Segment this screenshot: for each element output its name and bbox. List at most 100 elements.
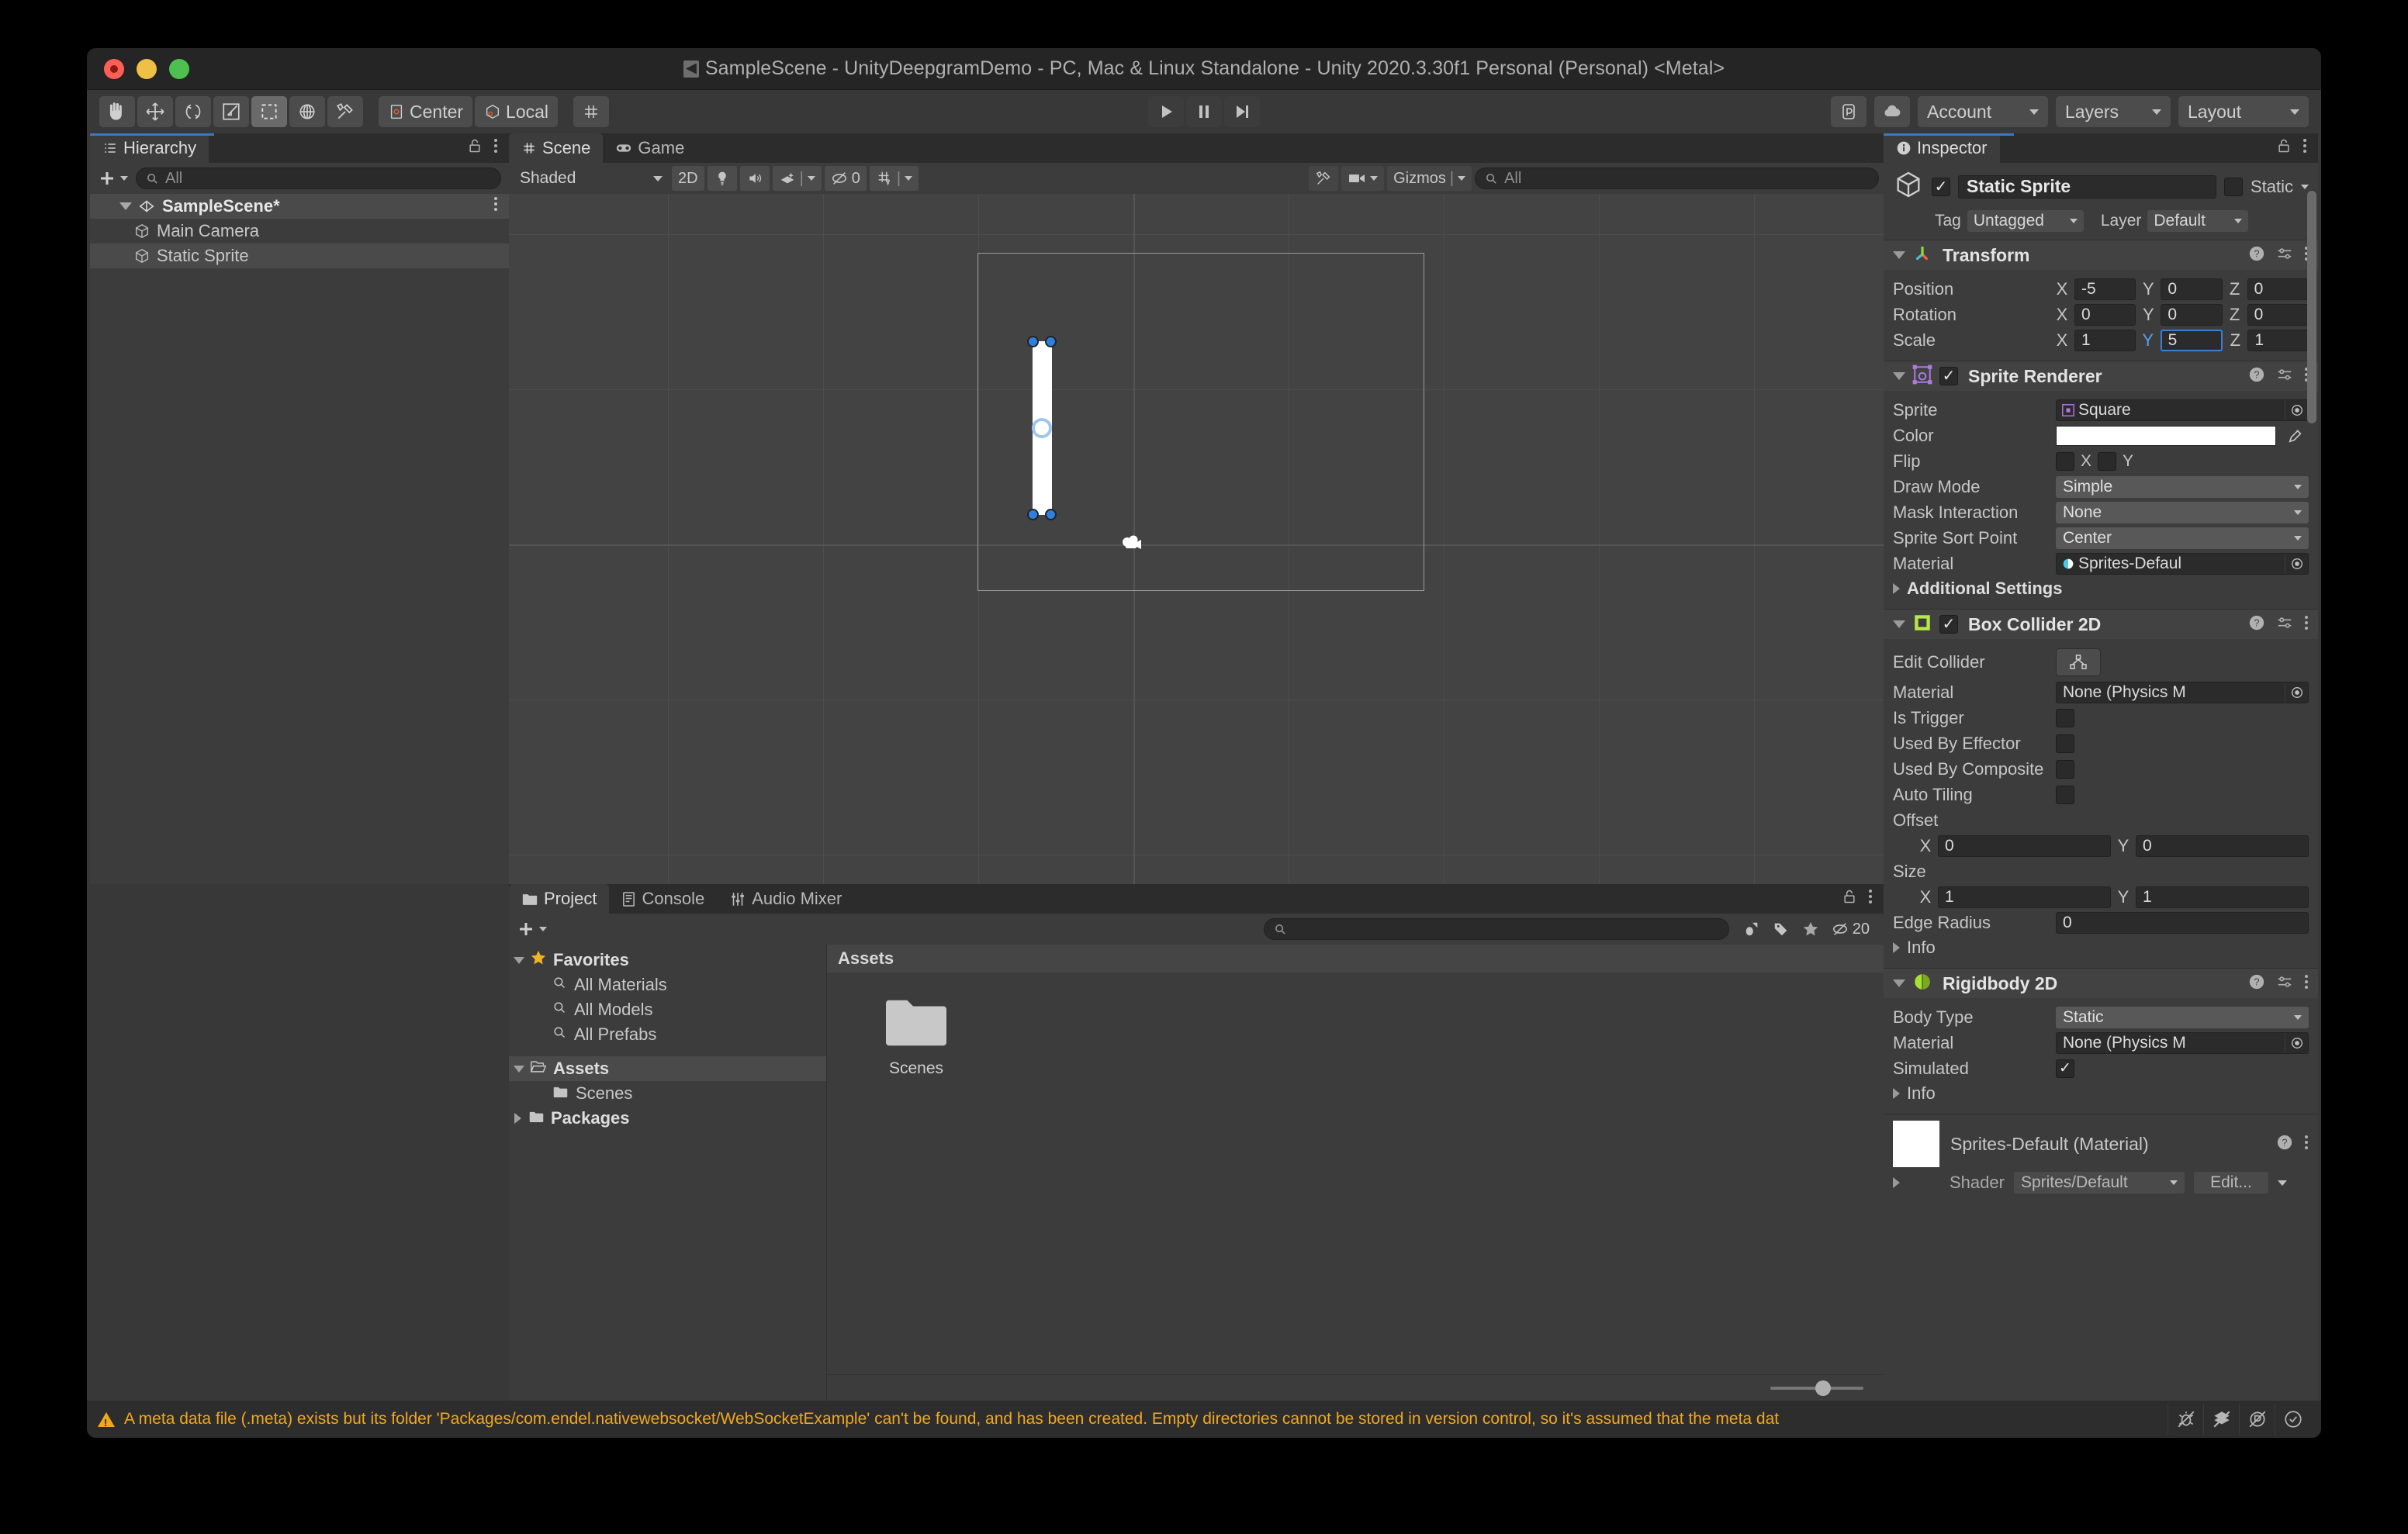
- asset-size-slider[interactable]: [1770, 1380, 1863, 1396]
- component-header[interactable]: Box Collider 2D ?: [1884, 610, 2318, 639]
- move-tool-button[interactable]: [137, 96, 173, 127]
- component-header[interactable]: Sprite Renderer ?: [1884, 361, 2318, 391]
- chevron-down-icon[interactable]: [119, 202, 132, 210]
- chevron-right-icon[interactable]: [1893, 583, 1900, 594]
- project-tree-all-materials[interactable]: All Materials: [509, 973, 826, 997]
- shader-edit-button[interactable]: Edit...: [2193, 1172, 2268, 1194]
- object-picker-icon[interactable]: [2285, 682, 2308, 703]
- tab-inspector[interactable]: Inspector: [1884, 133, 2000, 163]
- offset-y-input[interactable]: 0: [2136, 834, 2309, 857]
- inspector-scrollbar[interactable]: [2307, 163, 2316, 1401]
- rb-material-object-field[interactable]: None (Physics M: [2056, 1031, 2309, 1054]
- scale-y-input[interactable]: 5: [2160, 329, 2223, 351]
- project-menu-icon[interactable]: [1868, 888, 1873, 909]
- status-message[interactable]: A meta data file (.meta) exists but its …: [124, 1410, 2158, 1429]
- bc-material-object-field[interactable]: None (Physics M: [2056, 681, 2309, 703]
- component-enabled-checkbox[interactable]: [1939, 615, 1958, 634]
- hand-tool-button[interactable]: [99, 96, 135, 127]
- chevron-down-icon[interactable]: [1893, 251, 1905, 259]
- favorites-filter-button[interactable]: [1796, 917, 1825, 941]
- layer-dropdown[interactable]: Default: [2147, 210, 2249, 232]
- scale-x-input[interactable]: 1: [2074, 329, 2136, 351]
- scene-search-input[interactable]: All: [1475, 168, 1880, 189]
- inspector-menu-icon[interactable]: [2302, 137, 2307, 158]
- step-button[interactable]: [1224, 96, 1260, 127]
- scrollbar-thumb[interactable]: [2307, 191, 2316, 423]
- check-circle-icon[interactable]: [2275, 1404, 2310, 1435]
- resize-handle-tl[interactable]: [1027, 336, 1039, 347]
- edge-radius-input[interactable]: 0: [2056, 911, 2309, 934]
- bc-info-foldout[interactable]: Info: [1893, 935, 2309, 960]
- scene-viewport[interactable]: [509, 194, 1884, 884]
- rotate-tool-button[interactable]: [175, 96, 211, 127]
- resize-handle-tr[interactable]: [1045, 336, 1057, 347]
- project-tree-packages[interactable]: Packages: [509, 1106, 826, 1131]
- filter-by-type-button[interactable]: [1737, 917, 1766, 941]
- tab-scene[interactable]: Scene: [509, 133, 604, 163]
- custom-tool-button[interactable]: [327, 96, 363, 127]
- layers-off-icon[interactable]: [2203, 1404, 2239, 1435]
- debug-off-icon[interactable]: [2168, 1404, 2203, 1435]
- pivot-mode-button[interactable]: Center: [379, 96, 473, 127]
- asset-item-scenes[interactable]: Scenes: [866, 991, 967, 1078]
- toggle-2d-button[interactable]: 2D: [672, 166, 704, 191]
- collab-off-icon[interactable]: [2239, 1404, 2275, 1435]
- layers-dropdown[interactable]: Layers: [2056, 96, 2171, 127]
- scene-camera-button[interactable]: [1341, 166, 1385, 191]
- gizmos-button[interactable]: Gizmos |: [1387, 166, 1472, 191]
- lighting-toggle-button[interactable]: [707, 166, 737, 191]
- mask-interaction-dropdown[interactable]: None: [2056, 501, 2309, 523]
- help-icon[interactable]: ?: [2248, 245, 2265, 266]
- position-x-input[interactable]: -5: [2074, 278, 2136, 300]
- slider-knob[interactable]: [1815, 1380, 1831, 1396]
- tab-console[interactable]: Console: [609, 884, 717, 914]
- object-picker-icon[interactable]: [2285, 399, 2308, 420]
- offset-x-input[interactable]: 0: [1938, 834, 2111, 857]
- layout-dropdown[interactable]: Layout: [2178, 96, 2309, 127]
- close-button[interactable]: [104, 58, 124, 79]
- window-controls[interactable]: [104, 58, 189, 79]
- edit-collider-button[interactable]: [2056, 648, 2101, 676]
- scale-z-input[interactable]: 1: [2247, 329, 2309, 351]
- project-hidden-count[interactable]: 20: [1825, 917, 1876, 941]
- help-icon[interactable]: ?: [2276, 1134, 2293, 1155]
- tab-project[interactable]: Project: [509, 884, 610, 914]
- lock-icon[interactable]: [467, 137, 483, 158]
- hierarchy-row-static-sprite[interactable]: Static Sprite: [90, 244, 509, 268]
- lock-icon[interactable]: [1842, 888, 1857, 909]
- project-add-button[interactable]: [517, 920, 547, 938]
- maximize-button[interactable]: [169, 58, 189, 79]
- grid-snap-button[interactable]: [573, 96, 610, 127]
- rotation-x-input[interactable]: 0: [2074, 303, 2136, 326]
- preset-icon[interactable]: [2276, 366, 2293, 387]
- play-button[interactable]: [1148, 96, 1184, 127]
- object-picker-icon[interactable]: [2285, 553, 2308, 574]
- project-tree-favorites[interactable]: Favorites: [509, 948, 826, 973]
- hierarchy-row-main-camera[interactable]: Main Camera: [90, 219, 509, 244]
- collab-button[interactable]: [1831, 96, 1867, 127]
- rotation-y-input[interactable]: 0: [2161, 303, 2223, 326]
- chevron-down-icon[interactable]: [1893, 979, 1905, 987]
- flip-x-checkbox[interactable]: [2056, 451, 2074, 471]
- size-x-input[interactable]: 1: [1938, 886, 2111, 908]
- gameobject-enabled-checkbox[interactable]: [1932, 177, 1950, 196]
- rb-info-foldout[interactable]: Info: [1893, 1081, 2309, 1106]
- resize-handle-bl[interactable]: [1027, 509, 1039, 520]
- pivot-rotation-button[interactable]: Local: [475, 96, 559, 127]
- pause-button[interactable]: [1186, 96, 1222, 127]
- scene-tools-button[interactable]: [1309, 166, 1339, 191]
- static-checkbox[interactable]: [2223, 177, 2243, 196]
- project-search-input[interactable]: [1263, 918, 1729, 940]
- sprite-sort-point-dropdown[interactable]: Center: [2056, 527, 2309, 549]
- chevron-down-icon[interactable]: [1893, 372, 1905, 380]
- pivot-handle[interactable]: [1032, 418, 1052, 438]
- component-header[interactable]: Rigidbody 2D ?: [1884, 969, 2318, 998]
- project-tree-all-models[interactable]: All Models: [509, 997, 826, 1022]
- rect-tool-button[interactable]: [251, 96, 287, 127]
- chevron-right-icon[interactable]: [1893, 1177, 1900, 1188]
- shader-dropdown[interactable]: Sprites/Default: [2013, 1172, 2185, 1194]
- scene-menu-icon[interactable]: [493, 196, 498, 216]
- hierarchy-menu-icon[interactable]: [493, 137, 498, 158]
- hierarchy-row-samplescene[interactable]: SampleScene*: [90, 194, 509, 219]
- preset-icon[interactable]: [2276, 614, 2293, 635]
